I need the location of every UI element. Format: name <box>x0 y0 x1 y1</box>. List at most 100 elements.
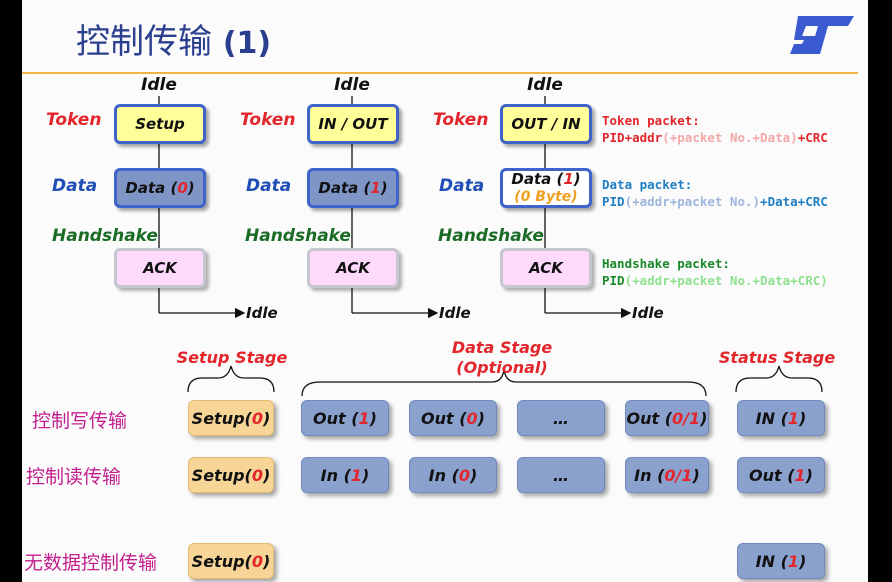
row-label-nodata: 无数据控制传输 <box>24 552 158 574</box>
write-data-pill-3: … <box>517 400 605 436</box>
write-data-1-text: Out ( <box>313 408 359 428</box>
handshake-packet-format: PID(+addr+packet No.+Data+CRC) <box>602 272 828 289</box>
read-data-pill-4: In (0/1) <box>625 457 709 493</box>
token-box-col2: IN / OUT <box>307 104 399 144</box>
row-label-write: 控制写传输 <box>32 410 128 432</box>
handshake-label-col1: Handshake <box>52 226 158 246</box>
read-data-1-close: ) <box>362 465 370 485</box>
read-status-close: ) <box>805 465 813 485</box>
token-label-col2: Token <box>240 110 296 130</box>
data-box-col2-main: Data (1) <box>318 179 387 197</box>
data-packet-desc: Data packet: PID(+addr+packet No.)+Data+… <box>602 176 828 210</box>
read-setup-num: 0 <box>251 465 263 485</box>
data-box-col2-text: Data ( <box>318 179 371 197</box>
nodata-status-close: ) <box>799 551 807 571</box>
ack-box-col3-text: ACK <box>529 259 563 277</box>
read-data-1-num: 1 <box>350 465 363 485</box>
read-setup-pill: Setup(0) <box>188 457 274 493</box>
data-packet-format: PID(+addr+packet No.)+Data+CRC <box>602 193 828 210</box>
read-status-text: Out ( <box>749 465 795 485</box>
write-data-1-num: 1 <box>358 408 370 428</box>
data-box-col2: Data (1) <box>307 168 399 208</box>
token-box-col1-text: Setup <box>135 115 185 133</box>
handshake-label-col2: Handshake <box>245 226 351 246</box>
read-data-3-text: … <box>553 465 569 485</box>
write-data-pill-1: Out (1) <box>301 400 389 436</box>
read-data-4-close: ) <box>692 465 700 485</box>
idle-end-col1: Idle <box>246 304 278 322</box>
write-data-2-close: ) <box>477 408 485 428</box>
write-data-4-close: ) <box>700 408 708 428</box>
row-label-read: 控制读传输 <box>26 466 122 488</box>
read-data-pill-2: In (0) <box>409 457 497 493</box>
data-box-col1-num: 0 <box>177 179 188 197</box>
handshake-packet-p1: PID <box>602 273 625 288</box>
nodata-status-num: 1 <box>787 551 800 571</box>
write-status-text: IN ( <box>755 408 788 428</box>
idle-top-col2: Idle <box>334 75 370 95</box>
data-label-col2: Data <box>246 176 292 196</box>
data-label-col3: Data <box>439 176 485 196</box>
nodata-setup-close: ) <box>263 551 271 571</box>
data-box-col3-main: Data (1) <box>511 170 580 188</box>
read-data-1-text: In ( <box>320 465 351 485</box>
token-packet-p3: +CRC <box>797 130 828 145</box>
data-box-col2-close: ) <box>380 179 388 197</box>
token-packet-desc: Token packet: PID+addr(+packet No.+Data)… <box>602 112 828 146</box>
data-stage-line2: (Optional) <box>456 358 548 377</box>
idle-top-col1: Idle <box>141 75 177 95</box>
read-data-2-close: ) <box>470 465 478 485</box>
status-stage-label: Status Stage <box>718 348 836 367</box>
write-setup-pill: Setup(0) <box>188 400 274 436</box>
token-packet-title: Token packet: <box>602 113 700 128</box>
token-box-col3-text: OUT / IN <box>511 115 581 133</box>
data-packet-p3: +Data+CRC <box>760 194 828 209</box>
read-status-pill: Out (1) <box>737 457 825 493</box>
read-data-4-text: In ( <box>634 465 665 485</box>
write-data-4-text: Out ( <box>626 408 673 428</box>
idle-end-col2: Idle <box>439 304 471 322</box>
data-packet-p2: (+addr+packet No.) <box>624 194 761 209</box>
write-data-3-text: … <box>553 408 569 428</box>
token-box-col1: Setup <box>114 104 206 144</box>
data-label-col1: Data <box>52 176 98 196</box>
read-data-4-num: 0/1 <box>664 465 693 485</box>
handshake-label-col3: Handshake <box>438 226 544 246</box>
token-packet-format: PID+addr(+packet No.+Data)+CRC <box>602 129 828 146</box>
token-label-col3: Token <box>433 110 489 130</box>
token-packet-p1: PID+addr <box>602 130 663 145</box>
ack-box-col2: ACK <box>307 248 399 288</box>
write-data-2-text: Out ( <box>421 408 467 428</box>
token-packet-p2: (+packet No.+Data) <box>662 130 798 145</box>
data-box-col1-close: ) <box>187 179 195 197</box>
data-box-col3-num: 1 <box>563 170 574 188</box>
token-box-col2-text: IN / OUT <box>318 115 388 133</box>
idle-end-col3: Idle <box>632 304 664 322</box>
token-box-col3: OUT / IN <box>500 104 592 144</box>
write-data-1-close: ) <box>369 408 377 428</box>
write-status-pill: IN (1) <box>737 400 825 436</box>
handshake-packet-desc: Handshake packet: PID(+addr+packet No.+D… <box>602 255 828 289</box>
data-box-col1-main: Data (0) <box>125 179 194 197</box>
slide: 控制传输 (1) Idle Token Data Handshake Setup… <box>22 0 868 582</box>
data-box-col3: Data (1) (0 Byte) <box>500 168 592 208</box>
nodata-setup-num: 0 <box>251 551 263 571</box>
write-status-num: 1 <box>787 408 800 428</box>
nodata-setup-text: Setup( <box>191 551 252 571</box>
data-box-col2-num: 1 <box>370 179 381 197</box>
ack-box-col3: ACK <box>500 248 592 288</box>
handshake-packet-title: Handshake packet: <box>602 256 730 271</box>
token-label-col1: Token <box>46 110 102 130</box>
ack-box-col2-text: ACK <box>336 259 370 277</box>
setup-stage-label: Setup Stage <box>176 348 288 367</box>
data-box-col1-text: Data ( <box>125 179 178 197</box>
data-box-col3-sub: (0 Byte) <box>514 189 578 205</box>
write-data-2-num: 0 <box>466 408 478 428</box>
data-stage-line1: Data Stage <box>451 338 553 357</box>
data-stage-label: Data Stage (Optional) <box>432 338 572 378</box>
write-data-pill-4: Out (0/1) <box>625 400 709 436</box>
data-box-col3-text: Data ( <box>511 170 564 188</box>
write-status-close: ) <box>799 408 807 428</box>
read-data-pill-3: … <box>517 457 605 493</box>
data-packet-p1: PID <box>602 194 625 209</box>
